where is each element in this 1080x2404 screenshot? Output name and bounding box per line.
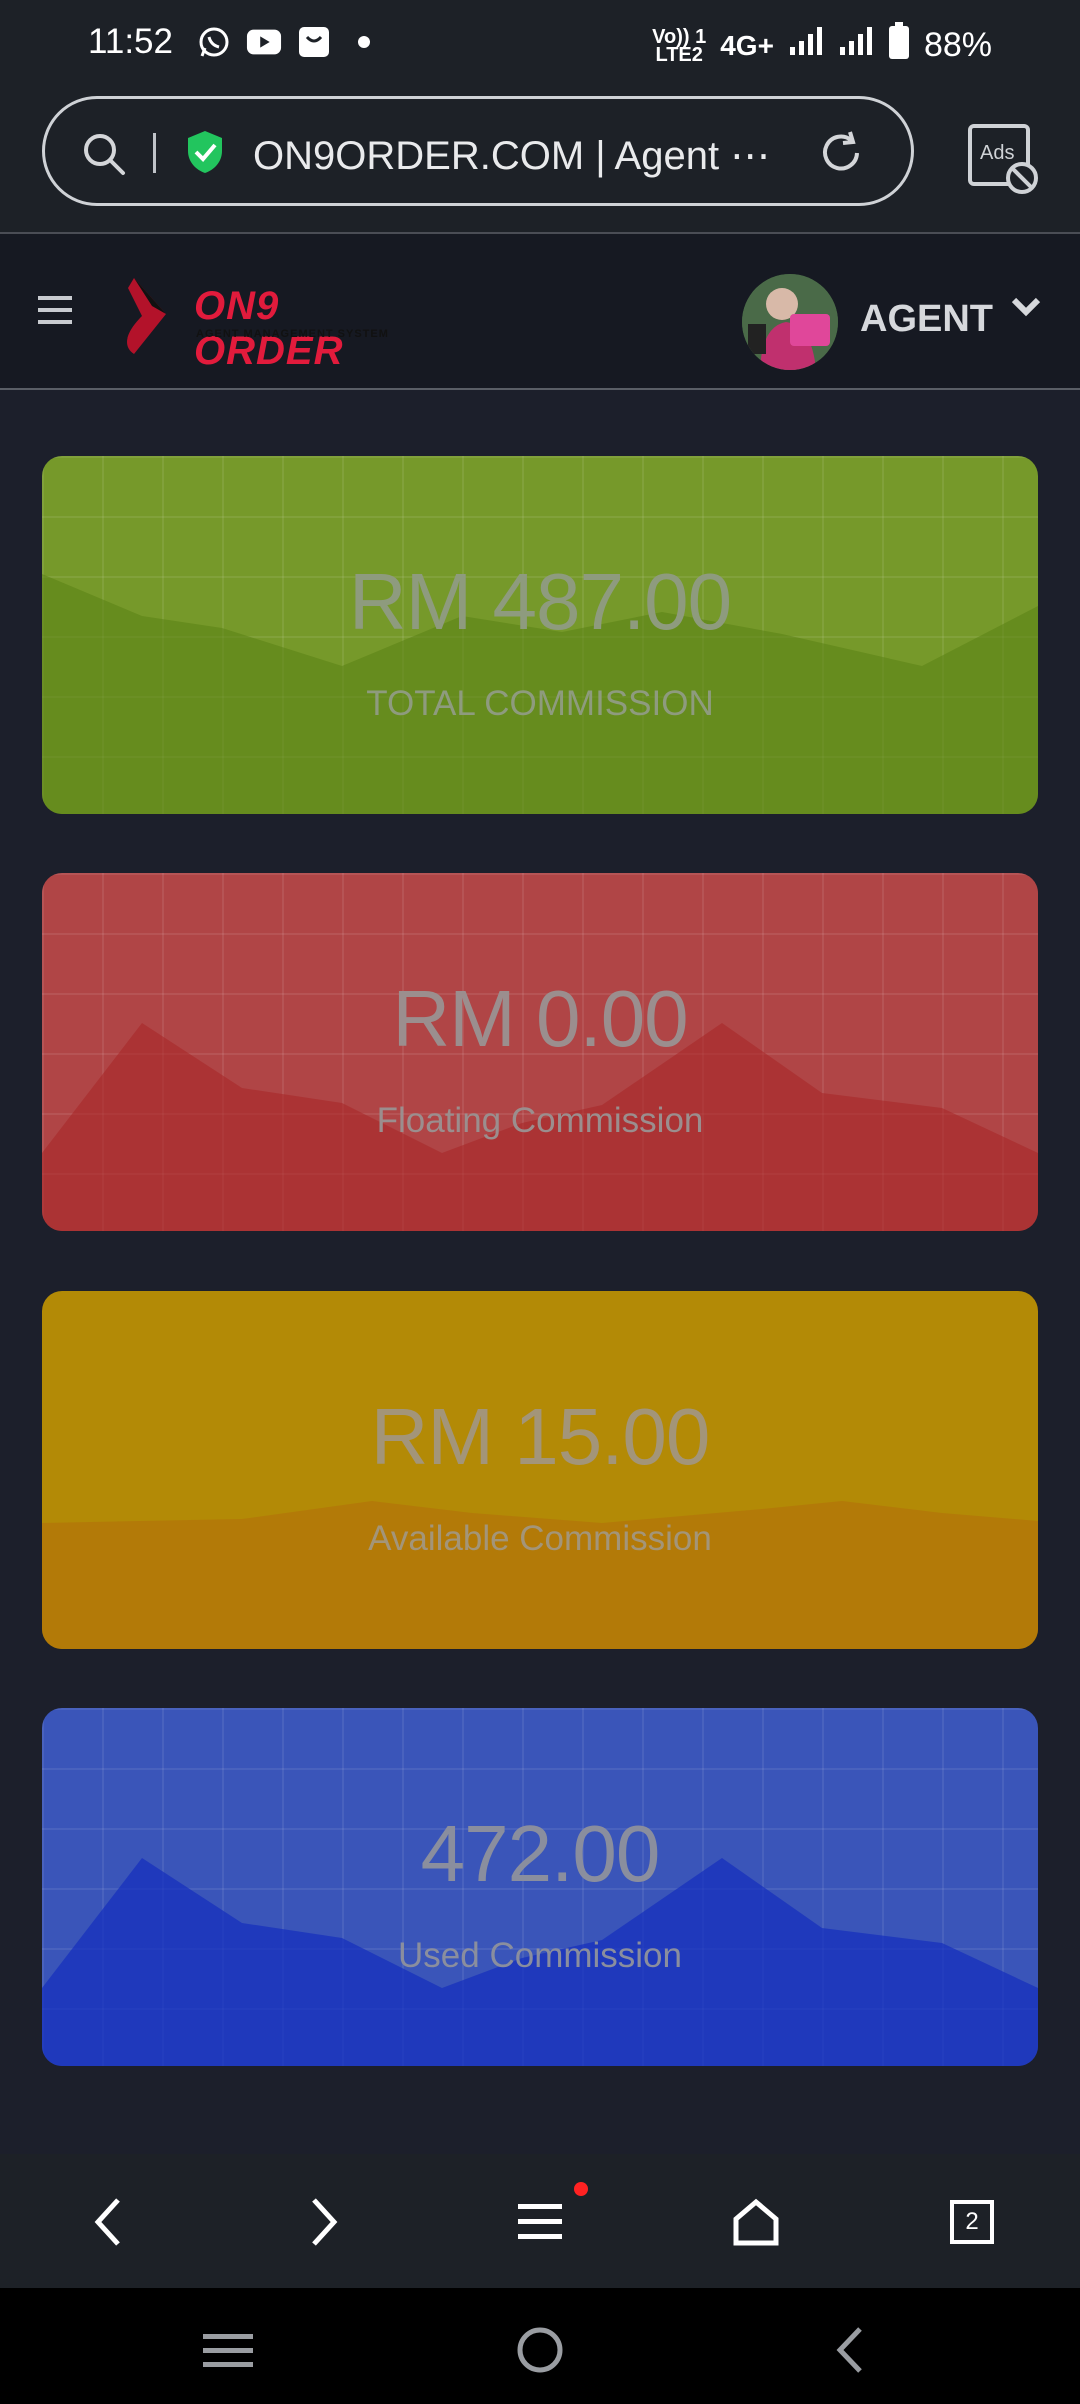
system-back-icon[interactable]: [820, 2320, 880, 2380]
ad-block-button[interactable]: Ads: [966, 122, 1038, 194]
browser-menu-icon[interactable]: [510, 2192, 570, 2252]
dot-icon: [346, 24, 382, 60]
chevron-down-icon[interactable]: [1010, 294, 1042, 325]
status-bar: 11:52 Vo)) 1 LTE2 4G+ 88%: [0, 0, 1080, 90]
card-label: Floating Commission: [376, 1101, 704, 1140]
secure-shield-icon[interactable]: [185, 129, 225, 180]
volte-indicator: Vo)) 1 LTE2: [652, 25, 707, 66]
home-icon[interactable]: [726, 2192, 786, 2252]
total-commission-card: RM 487.00 TOTAL COMMISSION: [42, 456, 1038, 814]
card-value: RM 487.00: [348, 557, 732, 646]
signal-icon-2: [838, 25, 874, 66]
forward-arrow-icon[interactable]: [294, 2192, 354, 2252]
battery-percent: 88%: [923, 26, 992, 64]
user-name[interactable]: AGENT: [860, 298, 993, 341]
battery-icon: [888, 22, 910, 69]
card-value: 472.00: [420, 1809, 661, 1898]
card-label: TOTAL COMMISSION: [366, 684, 714, 723]
logo[interactable]: ON9 ORDER AGENT MANAGEMENT SYSTEM: [124, 276, 414, 373]
youtube-icon: [246, 24, 282, 60]
logo-mark-icon: [127, 278, 166, 354]
card-label: Used Commission: [398, 1936, 682, 1975]
floating-commission-card: RM 0.00 Floating Commission: [42, 873, 1038, 1231]
system-nav-bar: [0, 2288, 1080, 2404]
menu-icon[interactable]: [38, 294, 72, 331]
network-type: 4G+: [720, 29, 774, 61]
used-commission-card: 472.00 Used Commission: [42, 1708, 1038, 2066]
address-bar[interactable]: ON9ORDER.COM | Agent ⋯: [42, 96, 914, 206]
notification-icons: [196, 24, 382, 60]
available-commission-card: RM 15.00 Available Commission: [42, 1291, 1038, 1649]
avatar[interactable]: [742, 274, 838, 370]
shopping-bag-icon: [296, 24, 332, 60]
card-value: RM 0.00: [392, 974, 688, 1063]
reload-icon[interactable]: [817, 129, 865, 182]
status-indicators: Vo)) 1 LTE2 4G+ 88%: [652, 22, 992, 69]
status-time: 11:52: [88, 22, 173, 61]
url-text[interactable]: ON9ORDER.COM | Agent ⋯: [253, 133, 793, 179]
notification-dot: [574, 2182, 588, 2196]
volte-text: Vo)) 1: [652, 25, 707, 48]
tab-count: 2: [950, 2200, 994, 2244]
app-header: ON9 ORDER AGENT MANAGEMENT SYSTEM AGENT: [0, 234, 1080, 390]
signal-icon: [788, 25, 824, 66]
url-divider: [153, 133, 156, 173]
card-value: RM 15.00: [370, 1392, 711, 1481]
home-circle-icon[interactable]: [510, 2320, 570, 2380]
logo-subtitle: AGENT MANAGEMENT SYSTEM: [196, 328, 389, 340]
recent-apps-icon[interactable]: [198, 2320, 258, 2380]
search-icon[interactable]: [81, 131, 127, 182]
tabs-button[interactable]: 2: [942, 2192, 1002, 2252]
lte-text: LTE2: [655, 43, 703, 66]
ads-label: Ads: [980, 142, 1015, 164]
browser-bottom-nav: 2: [0, 2154, 1080, 2288]
whatsapp-icon: [196, 24, 232, 60]
back-arrow-icon[interactable]: [78, 2192, 138, 2252]
browser-toolbar: ON9ORDER.COM | Agent ⋯ Ads: [0, 90, 1080, 234]
card-label: Available Commission: [368, 1519, 712, 1558]
